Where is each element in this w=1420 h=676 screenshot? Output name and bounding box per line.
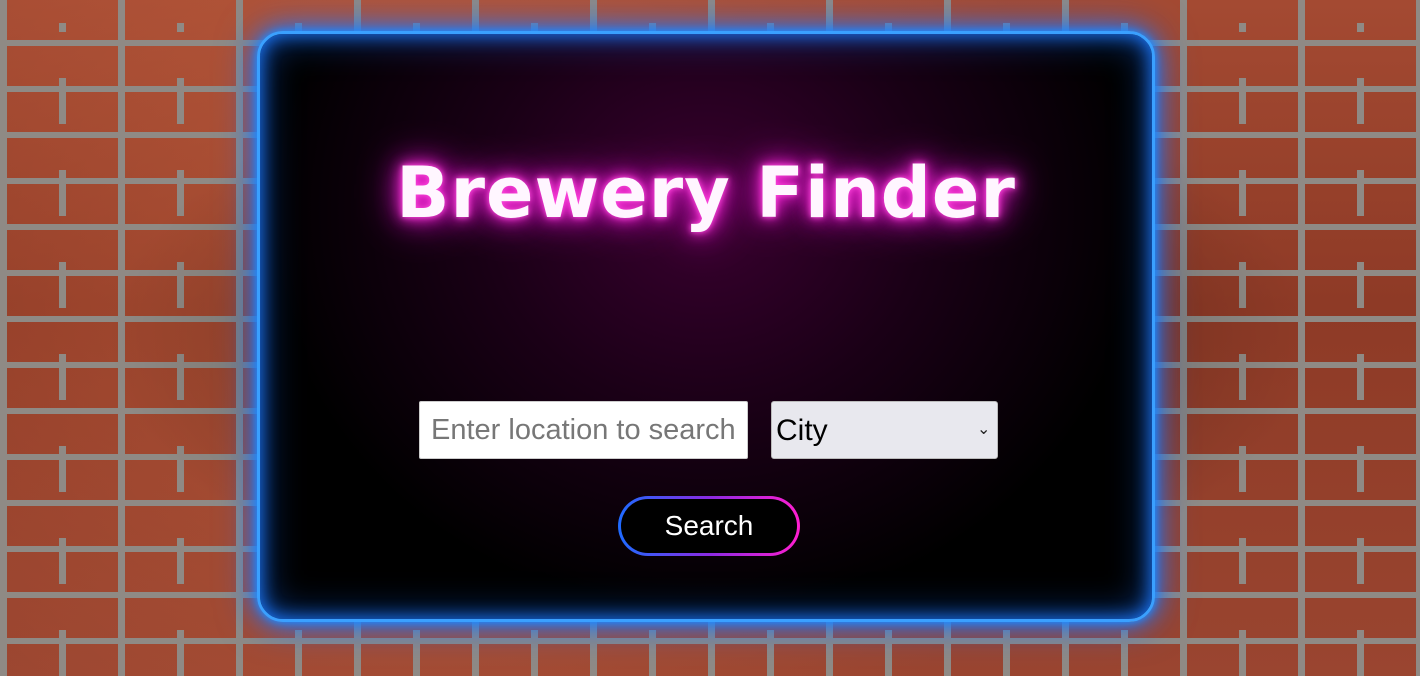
search-form: City ⌄ xyxy=(260,401,1152,461)
location-search-input[interactable] xyxy=(419,401,748,459)
page-title: Brewery Finder xyxy=(396,152,1016,234)
search-button[interactable]: Search xyxy=(618,496,800,556)
neon-sign-panel: Brewery Finder City ⌄ Search xyxy=(257,31,1155,622)
search-type-select[interactable]: City xyxy=(771,401,998,459)
